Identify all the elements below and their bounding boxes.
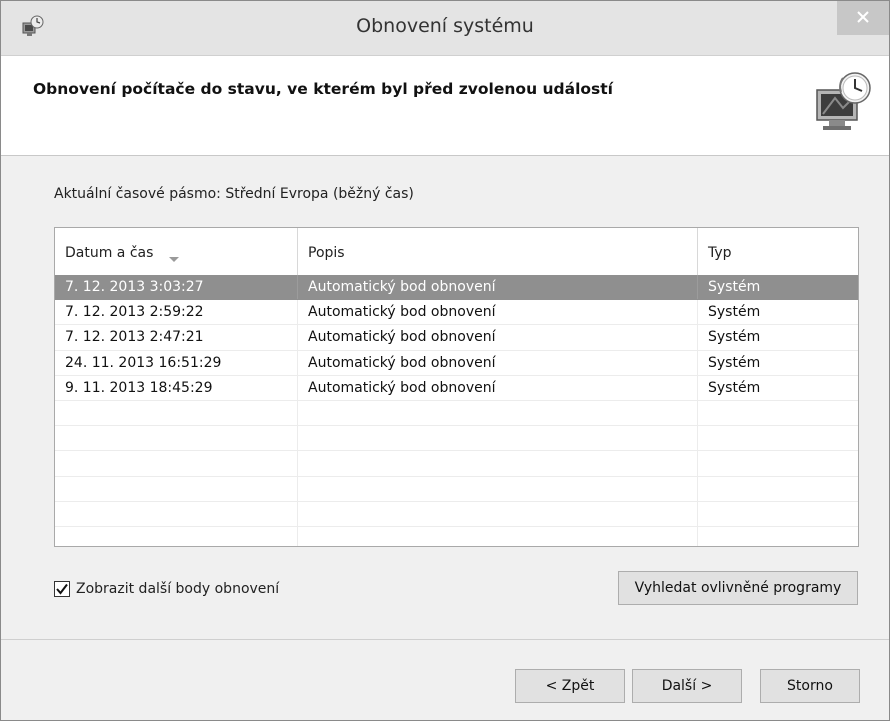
table-row[interactable]: 24. 11. 2013 16:51:29 Automatický bod ob… bbox=[55, 350, 858, 376]
empty-row bbox=[55, 400, 858, 427]
close-icon bbox=[856, 10, 870, 27]
checkbox[interactable] bbox=[54, 581, 70, 597]
empty-row bbox=[55, 526, 858, 546]
show-more-label: Zobrazit další body obnovení bbox=[76, 581, 280, 597]
cell-type: Systém bbox=[708, 329, 761, 346]
back-button[interactable]: < Zpět bbox=[515, 669, 625, 703]
cell-type: Systém bbox=[708, 379, 761, 396]
restore-points-table[interactable]: Datum a čas Popis Typ 7. 12. 2013 3:03:2… bbox=[54, 227, 859, 547]
cell-date: 7. 12. 2013 3:03:27 bbox=[55, 275, 298, 300]
table-row[interactable]: 7. 12. 2013 2:47:21 Automatický bod obno… bbox=[55, 325, 858, 351]
cell-description: Automatický bod obnovení bbox=[298, 375, 698, 400]
cell-type: Systém bbox=[708, 354, 761, 371]
table-row[interactable]: 7. 12. 2013 3:03:27 Automatický bod obno… bbox=[55, 275, 858, 301]
system-restore-window: Obnovení systému Obnovení počítače do st… bbox=[0, 0, 890, 721]
cell-date: 9. 11. 2013 18:45:29 bbox=[55, 375, 298, 400]
header-panel: Obnovení počítače do stavu, ve kterém by… bbox=[1, 56, 889, 156]
column-header-type[interactable]: Typ bbox=[698, 228, 858, 275]
cell-date: 24. 11. 2013 16:51:29 bbox=[55, 350, 298, 375]
window-title: Obnovení systému bbox=[356, 15, 534, 37]
cell-description: Automatický bod obnovení bbox=[298, 350, 698, 375]
column-header-description[interactable]: Popis bbox=[298, 228, 698, 275]
page-title: Obnovení počítače do stavu, ve kterém by… bbox=[33, 80, 613, 98]
table-header: Datum a čas Popis Typ bbox=[55, 228, 858, 275]
close-button[interactable] bbox=[837, 1, 889, 35]
title-bar[interactable]: Obnovení systému bbox=[1, 1, 889, 56]
cell-date: 7. 12. 2013 2:47:21 bbox=[55, 325, 298, 350]
cell-description: Automatický bod obnovení bbox=[298, 275, 698, 300]
cell-description: Automatický bod obnovení bbox=[298, 325, 698, 350]
empty-row bbox=[55, 501, 858, 527]
computer-clock-icon bbox=[813, 70, 873, 136]
show-more-checkbox[interactable]: Zobrazit další body obnovení bbox=[54, 581, 279, 597]
sort-descending-icon bbox=[169, 234, 179, 262]
empty-row bbox=[55, 476, 858, 502]
timezone-label: Aktuální časové pásmo: Střední Evropa (b… bbox=[54, 186, 414, 202]
cell-description: Automatický bod obnovení bbox=[298, 300, 698, 325]
empty-row bbox=[55, 451, 858, 477]
column-header-date[interactable]: Datum a čas bbox=[55, 228, 298, 275]
table-row[interactable]: 9. 11. 2013 18:45:29 Automatický bod obn… bbox=[55, 375, 858, 401]
find-affected-programs-button[interactable]: Vyhledat ovlivněné programy bbox=[618, 571, 858, 605]
table-body: 7. 12. 2013 3:03:27 Automatický bod obno… bbox=[55, 275, 858, 546]
footer-divider bbox=[1, 639, 889, 640]
cell-type: Systém bbox=[708, 304, 761, 321]
cell-date: 7. 12. 2013 2:59:22 bbox=[55, 300, 298, 325]
next-button[interactable]: Další > bbox=[632, 669, 742, 703]
cancel-button[interactable]: Storno bbox=[760, 669, 860, 703]
empty-row bbox=[55, 426, 858, 452]
table-row[interactable]: 7. 12. 2013 2:59:22 Automatický bod obno… bbox=[55, 300, 858, 326]
cell-type: Systém bbox=[708, 279, 761, 295]
